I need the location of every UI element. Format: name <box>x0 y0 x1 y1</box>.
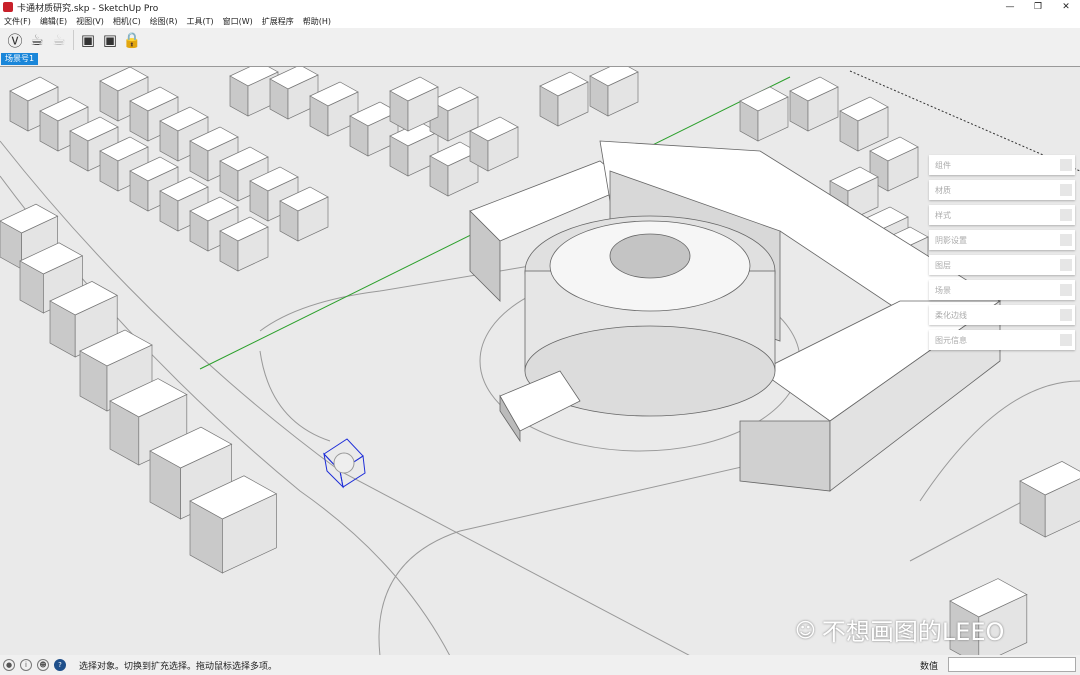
watermark-text: 不想画图的LEEO <box>821 618 1005 646</box>
menu-camera[interactable]: 相机(C) <box>113 16 141 27</box>
minimize-button[interactable]: — <box>996 0 1024 14</box>
help-icon[interactable]: ? <box>54 659 66 671</box>
menu-tools[interactable]: 工具(T) <box>187 16 214 27</box>
tray-panel[interactable]: 柔化边线 <box>929 305 1075 325</box>
status-bar: ● i ☻ ? 选择对象。切换到扩充选择。拖动鼠标选择多项。 数值 <box>0 655 1080 675</box>
toolbar-divider <box>73 30 74 50</box>
measurements-label: 数值 <box>920 662 939 672</box>
sketchup-logo-icon <box>3 2 13 12</box>
expand-toggle-icon[interactable] <box>1060 184 1072 196</box>
close-button[interactable]: ✕ <box>1052 0 1080 14</box>
tray-panel[interactable]: 图元信息 <box>929 330 1075 350</box>
tray-panel[interactable]: 样式 <box>929 205 1075 225</box>
geo-location-icon[interactable]: ● <box>3 659 15 671</box>
title-bar: 卡通材质研究.skp - SketchUp Pro — ❐ ✕ <box>0 0 1080 14</box>
lock-icon[interactable]: 🔒 <box>121 29 143 51</box>
expand-toggle-icon[interactable] <box>1060 334 1072 346</box>
tray-panel-label: 图层 <box>935 260 951 270</box>
selected-component <box>323 438 366 489</box>
tray-panel-label: 组件 <box>935 160 951 170</box>
tray-panel-label: 柔化边线 <box>935 310 967 320</box>
teapot-render-icon[interactable]: ☕ <box>26 29 48 51</box>
expand-toggle-icon[interactable] <box>1060 209 1072 221</box>
user-account-icon[interactable]: ☻ <box>37 659 49 671</box>
expand-toggle-icon[interactable] <box>1060 159 1072 171</box>
vray-logo-icon[interactable]: Ⓥ <box>4 29 26 51</box>
expand-toggle-icon[interactable] <box>1060 259 1072 271</box>
watermark: ☺ 不想画图的LEEO <box>795 612 1004 647</box>
wechat-icon: ☺ <box>795 617 816 642</box>
menu-draw[interactable]: 绘图(R) <box>150 16 178 27</box>
tray-panel[interactable]: 场景 <box>929 280 1075 300</box>
tray-panel[interactable]: 组件 <box>929 155 1075 175</box>
measurements-input[interactable] <box>948 657 1076 672</box>
model-viewport[interactable]: 组件材质样式阴影设置图层场景柔化边线图元信息 <box>0 66 1080 655</box>
render-window-icon[interactable]: ▣ <box>99 29 121 51</box>
window-title: 卡通材质研究.skp - SketchUp Pro <box>17 3 159 14</box>
expand-toggle-icon[interactable] <box>1060 234 1072 246</box>
expand-toggle-icon[interactable] <box>1060 284 1072 296</box>
tray-panel-label: 样式 <box>935 210 951 220</box>
expand-toggle-icon[interactable] <box>1060 309 1072 321</box>
tray-panel-label: 场景 <box>935 285 951 295</box>
frame-buffer-icon[interactable]: ▣ <box>77 29 99 51</box>
tray-panel[interactable]: 材质 <box>929 180 1075 200</box>
menu-edit[interactable]: 编辑(E) <box>40 16 67 27</box>
menu-bar: 文件(F) 编辑(E) 视图(V) 相机(C) 绘图(R) 工具(T) 窗口(W… <box>0 14 1080 28</box>
tray-panel-label: 材质 <box>935 185 951 195</box>
default-tray: 组件材质样式阴影设置图层场景柔化边线图元信息 <box>929 155 1075 355</box>
menu-view[interactable]: 视图(V) <box>76 16 104 27</box>
menu-window[interactable]: 窗口(W) <box>223 16 253 27</box>
tray-panel-label: 阴影设置 <box>935 235 967 245</box>
menu-help[interactable]: 帮助(H) <box>303 16 331 27</box>
scene-tabs: 场景号1 <box>0 52 1080 66</box>
scene-tab-1[interactable]: 场景号1 <box>1 53 39 65</box>
status-text: 选择对象。切换到扩充选择。拖动鼠标选择多项。 <box>79 661 278 672</box>
maximize-button[interactable]: ❐ <box>1024 0 1052 14</box>
credits-icon[interactable]: i <box>20 659 32 671</box>
menu-extensions[interactable]: 扩展程序 <box>262 16 294 27</box>
teapot-interactive-icon[interactable]: ☕ <box>48 29 70 51</box>
menu-file[interactable]: 文件(F) <box>4 16 31 27</box>
tray-panel[interactable]: 阴影设置 <box>929 230 1075 250</box>
tray-panel[interactable]: 图层 <box>929 255 1075 275</box>
tray-panel-label: 图元信息 <box>935 335 967 345</box>
vray-toolbar: Ⓥ ☕ ☕ ▣ ▣ 🔒 <box>0 28 1080 52</box>
model-scene <box>0 67 1080 655</box>
